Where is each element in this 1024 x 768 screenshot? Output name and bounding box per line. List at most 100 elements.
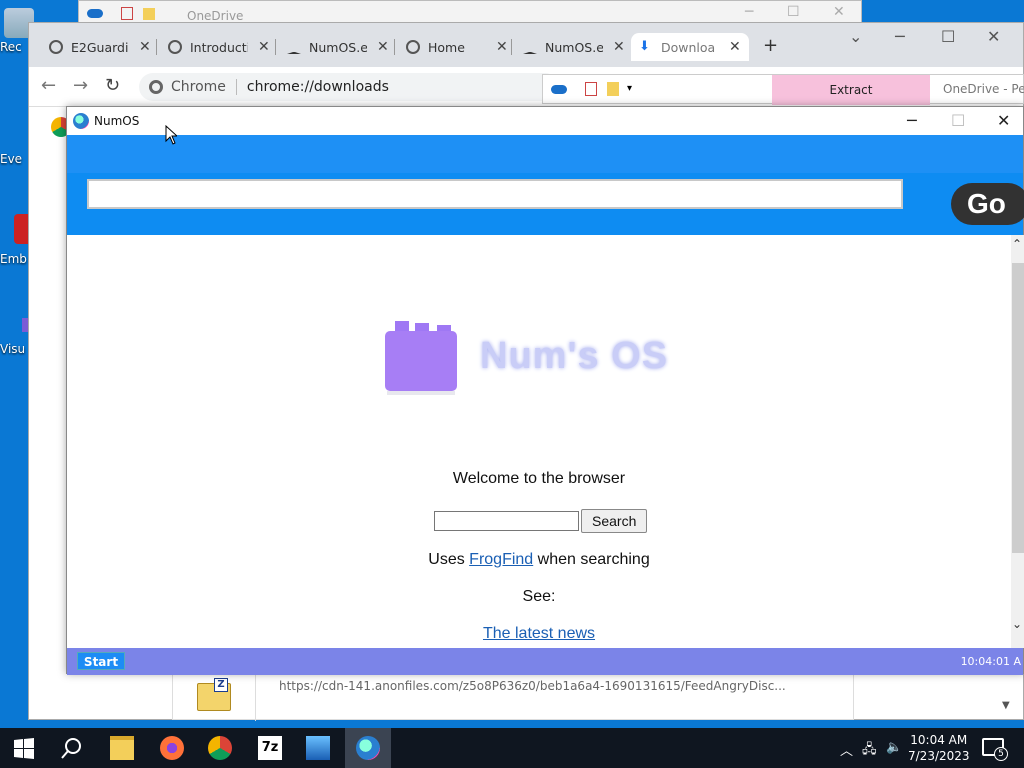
download-url[interactable]: https://cdn-141.anonfiles.com/z5o8P636z0…	[279, 679, 799, 693]
header-band	[67, 135, 1023, 173]
file-explorer-icon[interactable]	[110, 736, 134, 760]
numos-titlebar[interactable]: NumOS ─ ☐ ✕	[67, 107, 1023, 135]
close-icon[interactable]: ✕	[987, 27, 1000, 46]
maximize-icon: ☐	[951, 111, 966, 130]
search-input[interactable]	[434, 511, 579, 531]
address-bar[interactable]: Chrome chrome://downloads	[139, 73, 559, 101]
frogfind-link[interactable]: FrogFind	[469, 551, 533, 568]
url-input[interactable]	[87, 179, 903, 209]
scrollbar-thumb[interactable]	[1012, 263, 1024, 553]
volume-icon[interactable]: 🔈	[886, 740, 902, 755]
tab-home[interactable]: Home ✕	[406, 33, 508, 61]
clock-date: 7/23/2023	[908, 749, 970, 763]
forward-arrow-icon[interactable]: →	[73, 75, 88, 96]
scroll-down-icon[interactable]: ⌄	[1012, 617, 1022, 631]
numos-taskbar: Start 10:04:01 A	[67, 648, 1023, 675]
reload-icon[interactable]: ↻	[105, 75, 120, 96]
scroll-up-icon[interactable]: ⌃	[1012, 237, 1022, 251]
close-tab-icon[interactable]: ✕	[496, 39, 508, 55]
close-tab-icon[interactable]: ✕	[613, 39, 625, 55]
go-button[interactable]: Go	[951, 183, 1024, 225]
tab-introduction[interactable]: Introducti ✕	[168, 33, 270, 61]
minimize-icon[interactable]: ─	[907, 111, 917, 130]
close-icon[interactable]: ✕	[833, 4, 845, 20]
tab-separator	[275, 39, 276, 55]
see-label: See:	[522, 588, 556, 605]
globe-icon	[168, 40, 182, 54]
minimize-icon[interactable]: ─	[745, 4, 753, 20]
uses-suffix: when searching	[533, 551, 650, 568]
tab-label: E2Guardia	[71, 39, 129, 55]
new-tab-button[interactable]: +	[763, 35, 778, 56]
photos-icon[interactable]	[306, 736, 330, 760]
firefox-icon[interactable]	[160, 736, 184, 760]
onedrive-label: OneDrive - Pers	[943, 82, 1024, 96]
tab-label: NumOS.e	[309, 39, 367, 55]
zip-archive-icon: Z	[197, 678, 231, 711]
folder-icon	[607, 82, 619, 96]
search-form: Search	[434, 509, 648, 533]
tab-separator	[156, 39, 157, 55]
system-clock[interactable]: 10:04 AM 7/23/2023	[908, 732, 970, 764]
browser-content: Num's OS Welcome to the browser Search U…	[67, 235, 1011, 648]
download-icon: ⬇	[639, 39, 650, 54]
clock-time: 10:04 AM	[910, 733, 968, 747]
tab-separator	[511, 39, 512, 55]
maximize-icon[interactable]: ☐	[787, 4, 800, 20]
download-item[interactable]: Z https://cdn-141.anonfiles.com/z5o8P636…	[172, 674, 854, 721]
latest-news-link[interactable]: The latest news	[67, 625, 1011, 643]
onedrive-cloud-icon	[551, 85, 567, 94]
dropdown-arrow-icon[interactable]: ▾	[627, 83, 632, 94]
close-icon[interactable]: ✕	[997, 111, 1010, 130]
chrome-scrollbar[interactable]: ▼	[1002, 700, 1016, 720]
tab-e2guardian[interactable]: E2Guardia ✕	[49, 33, 151, 61]
content-scrollbar[interactable]: ⌃ ⌄	[1011, 235, 1024, 648]
numos-fav-icon	[523, 40, 537, 54]
checkmark-icon	[121, 7, 133, 20]
tab-label: NumOS.e	[545, 39, 603, 55]
file-explorer-ribbon[interactable]: ▾ Extract OneDrive - Pers	[542, 74, 1024, 105]
windows-start-icon[interactable]	[12, 736, 36, 760]
notification-center-icon[interactable]: 5	[982, 738, 1008, 761]
onedrive-cloud-icon	[87, 9, 103, 18]
search-icon[interactable]	[60, 736, 84, 760]
browser-header: Go	[67, 135, 1024, 235]
search-button[interactable]: Search	[581, 509, 648, 533]
chrome-logo-icon	[149, 80, 163, 94]
url-text: chrome://downloads	[246, 79, 389, 95]
numos-fav-icon	[287, 40, 301, 54]
window-title: OneDrive	[187, 9, 244, 23]
extract-tab[interactable]: Extract	[772, 75, 930, 105]
maximize-icon[interactable]: ☐	[941, 27, 955, 46]
divider	[255, 675, 256, 721]
tab-search-chevron-icon[interactable]: ⌄	[849, 27, 862, 46]
tab-numos-1[interactable]: NumOS.e ✕	[287, 33, 389, 61]
numos-window[interactable]: NumOS ─ ☐ ✕ Go Num's OS Welcome to the b…	[66, 106, 1024, 675]
search-engine-note: Uses FrogFind when searching	[67, 551, 1011, 569]
numos-app-icon[interactable]	[356, 736, 380, 760]
tab-numos-2[interactable]: NumOS.e ✕	[523, 33, 625, 61]
uses-prefix: Uses	[428, 551, 470, 568]
windows-taskbar: 7z ︿ 🖧 🔈 10:04 AM 7/23/2023 5	[0, 728, 1024, 768]
tab-downloads[interactable]: ⬇ Downloa ✕	[631, 33, 749, 61]
onedrive-background-window[interactable]: OneDrive ─ ☐ ✕	[78, 0, 862, 24]
close-tab-icon[interactable]: ✕	[377, 39, 389, 55]
7zip-icon[interactable]: 7z	[258, 736, 282, 760]
network-icon[interactable]: 🖧	[862, 740, 877, 762]
globe-icon	[406, 40, 420, 54]
numos-start-button[interactable]: Start	[77, 652, 125, 670]
mouse-cursor-icon	[165, 125, 177, 145]
tray-chevron-icon[interactable]: ︿	[840, 740, 853, 759]
numos-clock: 10:04:01 A	[960, 655, 1021, 668]
checkmark-icon	[585, 82, 597, 96]
omnibox-separator	[235, 79, 237, 95]
close-tab-icon[interactable]: ✕	[258, 39, 270, 55]
minimize-icon[interactable]: ─	[895, 27, 905, 46]
close-tab-icon[interactable]: ✕	[139, 39, 151, 55]
tab-strip: E2Guardia ✕ Introducti ✕ NumOS.e ✕ Home …	[29, 23, 1023, 67]
close-tab-icon[interactable]: ✕	[729, 39, 741, 55]
chrome-icon[interactable]	[208, 736, 232, 760]
back-arrow-icon[interactable]: ←	[41, 75, 56, 96]
tab-label: Introducti	[190, 39, 248, 55]
numos-logo-text: Num's OS	[480, 335, 669, 377]
